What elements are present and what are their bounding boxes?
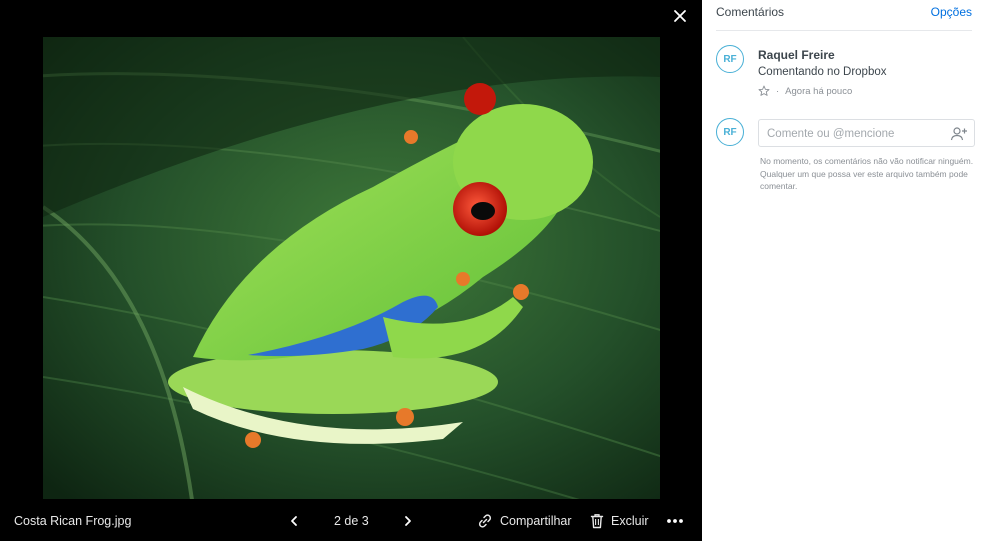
viewer-toolbar: Costa Rican Frog.jpg 2 de 3 Compartilhar bbox=[0, 505, 702, 537]
trash-icon bbox=[590, 514, 604, 529]
mention-button[interactable] bbox=[950, 125, 968, 143]
comment-meta: · Agora há pouco bbox=[758, 85, 852, 97]
comments-panel: Comentários Opções RF Raquel Freire Come… bbox=[702, 0, 984, 541]
page-indicator: 2 de 3 bbox=[334, 514, 369, 528]
delete-label: Excluir bbox=[611, 514, 649, 528]
comments-title: Comentários bbox=[716, 5, 785, 19]
frog-photo bbox=[43, 37, 660, 499]
comment-input[interactable] bbox=[767, 125, 947, 143]
preview-image bbox=[43, 37, 660, 499]
add-person-icon bbox=[950, 127, 967, 141]
share-button[interactable]: Compartilhar bbox=[476, 510, 572, 532]
previous-file-button[interactable] bbox=[285, 510, 303, 532]
avatar: RF bbox=[716, 45, 744, 73]
comment-author: Raquel Freire bbox=[758, 48, 835, 62]
chevron-right-icon bbox=[405, 516, 411, 526]
comment-composer bbox=[758, 119, 975, 147]
next-file-button[interactable] bbox=[399, 510, 417, 532]
comment-time: Agora há pouco bbox=[785, 85, 853, 97]
comment-text: Comentando no Dropbox bbox=[758, 66, 887, 78]
chevron-left-icon bbox=[291, 516, 297, 526]
close-button[interactable] bbox=[668, 4, 692, 28]
avatar: RF bbox=[716, 118, 744, 146]
comments-notice: No momento, os comentários não vão notif… bbox=[760, 156, 974, 191]
separator-dot: · bbox=[776, 85, 780, 97]
share-label: Compartilhar bbox=[500, 514, 572, 528]
close-icon bbox=[674, 10, 686, 22]
comments-header: Comentários Opções bbox=[716, 0, 972, 31]
delete-button[interactable]: Excluir bbox=[589, 510, 649, 532]
link-icon bbox=[478, 514, 492, 528]
more-options-button[interactable] bbox=[664, 510, 686, 532]
star-icon[interactable] bbox=[758, 85, 770, 97]
more-horizontal-icon bbox=[667, 519, 683, 523]
file-viewer: Costa Rican Frog.jpg 2 de 3 Compartilhar bbox=[0, 0, 702, 541]
file-name: Costa Rican Frog.jpg bbox=[14, 514, 132, 528]
options-link[interactable]: Opções bbox=[931, 5, 972, 19]
